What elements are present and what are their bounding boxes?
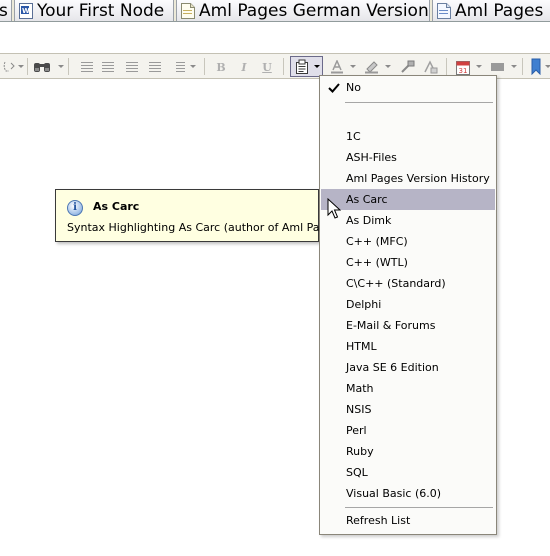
menu-item-label: Aml Pages Version History bbox=[346, 172, 490, 185]
tooltip: i As Carc Syntax Highlighting As Carc (a… bbox=[55, 189, 343, 242]
menu-item-as-carc[interactable]: As Carc bbox=[321, 189, 495, 210]
menu-item-label: C++ (MFC) bbox=[346, 235, 408, 248]
bookmark-icon[interactable] bbox=[531, 58, 541, 75]
font-color-icon[interactable] bbox=[330, 60, 344, 74]
menu-item-label: Java SE 6 Edition bbox=[346, 361, 439, 374]
menu-item-label: Ruby bbox=[346, 445, 374, 458]
menu-item-math[interactable]: Math bbox=[321, 378, 495, 399]
word-doc-icon: W bbox=[19, 2, 33, 19]
menu-item-label: Perl bbox=[346, 424, 367, 437]
tab-aml-pages[interactable]: Aml Pages bbox=[432, 0, 550, 21]
menu-item-1c[interactable]: 1C bbox=[321, 126, 495, 147]
tooltip-body: Syntax Highlighting As Carc (author of A… bbox=[67, 221, 344, 234]
menu-item-sql[interactable]: SQL bbox=[321, 462, 495, 483]
toolbar-separator bbox=[68, 58, 69, 75]
bold-icon[interactable]: B bbox=[215, 60, 227, 74]
menu-item-c-mfc[interactable]: C++ (MFC) bbox=[321, 231, 495, 252]
menu-item-label: E-Mail & Forums bbox=[346, 319, 436, 332]
chevron-down-icon[interactable] bbox=[18, 65, 24, 68]
menu-item-label: C\C++ (Standard) bbox=[346, 277, 446, 290]
chevron-down-icon[interactable] bbox=[350, 65, 356, 68]
syntax-highlight-menu: No 1C ASH-Files Aml Pages Version History A… bbox=[319, 75, 497, 535]
menu-item-label: Visual Basic (6.0) bbox=[346, 487, 442, 500]
menu-item-label: As Carc bbox=[346, 193, 388, 206]
clear-format-icon[interactable] bbox=[423, 60, 439, 74]
chevron-down-icon[interactable] bbox=[511, 65, 517, 68]
menu-item-c-c-standard[interactable]: C\C++ (Standard) bbox=[321, 273, 495, 294]
rectangle-icon[interactable] bbox=[490, 60, 504, 74]
toolbar-separator bbox=[522, 58, 523, 75]
toolbar-separator bbox=[204, 58, 205, 75]
svg-text:31: 31 bbox=[459, 67, 468, 75]
menu-item-label: HTML bbox=[346, 340, 377, 353]
menu-item-label: As Dimk bbox=[346, 214, 392, 227]
syntax-highlight-button[interactable] bbox=[290, 56, 323, 77]
syntax-highlight-icon bbox=[295, 59, 311, 75]
tab-label: Aml Pages bbox=[455, 0, 544, 21]
menu-item-c-wtl[interactable]: C++ (WTL) bbox=[321, 252, 495, 273]
tab-your-first-node[interactable]: W Your First Node bbox=[14, 0, 174, 21]
menu-item-label: Delphi bbox=[346, 298, 382, 311]
menu-item-aml-pages-version-history[interactable]: Aml Pages Version History bbox=[321, 168, 495, 189]
toolbar-separator bbox=[283, 58, 284, 75]
mouse-cursor-icon bbox=[327, 198, 341, 219]
menu-item-delphi[interactable]: Delphi bbox=[321, 294, 495, 315]
menu-item-visual-basic-6-0[interactable]: Visual Basic (6.0) bbox=[321, 483, 495, 504]
tooltip-title: As Carc bbox=[93, 200, 140, 213]
menu-item-nsis[interactable]: NSIS bbox=[321, 399, 495, 420]
format-painter-icon[interactable] bbox=[400, 60, 416, 74]
line-spacing-icon[interactable] bbox=[172, 60, 185, 74]
document-tab-strip: s W Your First Node Aml Pages German Ver… bbox=[0, 0, 550, 22]
page-icon bbox=[181, 2, 195, 19]
menu-item-ash-files[interactable]: ASH-Files bbox=[321, 147, 495, 168]
tab-partial[interactable]: s bbox=[0, 0, 12, 21]
menu-separator bbox=[345, 102, 493, 103]
menu-item-label: Refresh List bbox=[346, 514, 411, 527]
page-icon bbox=[437, 2, 451, 19]
svg-text:W: W bbox=[22, 7, 30, 15]
chevron-down-icon[interactable] bbox=[385, 65, 391, 68]
menu-item-label: NSIS bbox=[346, 403, 372, 416]
chevron-down-icon[interactable] bbox=[58, 65, 64, 68]
undo-redo-icon[interactable] bbox=[2, 60, 16, 74]
chevron-down-icon[interactable] bbox=[190, 65, 196, 68]
menu-item-java-se-6-edition[interactable]: Java SE 6 Edition bbox=[321, 357, 495, 378]
align-center-icon[interactable] bbox=[101, 60, 114, 74]
menu-item-label: ASH-Files bbox=[346, 151, 397, 164]
underline-icon[interactable]: U bbox=[261, 60, 273, 74]
menu-item-e-mail-forums[interactable]: E-Mail & Forums bbox=[321, 315, 495, 336]
tab-label: Your First Node bbox=[37, 0, 165, 21]
find-icon[interactable] bbox=[33, 60, 51, 74]
chevron-down-icon[interactable] bbox=[476, 65, 482, 68]
toolbar-separator bbox=[446, 58, 447, 75]
align-left-icon[interactable] bbox=[80, 60, 93, 74]
chevron-down-icon[interactable] bbox=[545, 65, 550, 68]
menu-item-label: SQL bbox=[346, 466, 368, 479]
tab-label: Aml Pages German Version bbox=[199, 0, 429, 21]
menu-item-label: Math bbox=[346, 382, 374, 395]
highlight-color-icon[interactable] bbox=[364, 60, 380, 74]
menu-item-label: 1C bbox=[346, 130, 361, 143]
info-icon: i bbox=[67, 200, 83, 216]
tab-label: s bbox=[0, 1, 8, 21]
toolbar-separator bbox=[27, 58, 28, 75]
chevron-down-icon bbox=[314, 65, 320, 68]
check-icon bbox=[328, 83, 340, 93]
menu-item-html[interactable]: HTML bbox=[321, 336, 495, 357]
menu-item-no[interactable]: No bbox=[321, 77, 495, 99]
menu-item-ruby[interactable]: Ruby bbox=[321, 441, 495, 462]
tab-aml-pages-german-version[interactable]: Aml Pages German Version bbox=[176, 0, 430, 21]
menu-item-perl[interactable]: Perl bbox=[321, 420, 495, 441]
italic-icon[interactable]: I bbox=[238, 60, 250, 74]
calendar-icon[interactable]: 31 bbox=[456, 59, 470, 75]
justify-icon[interactable] bbox=[148, 60, 161, 74]
menu-item-refresh-list[interactable]: Refresh List bbox=[321, 510, 495, 531]
menu-separator bbox=[345, 507, 493, 508]
align-right-icon[interactable] bbox=[125, 60, 138, 74]
menu-item-label: No bbox=[346, 81, 361, 94]
menu-item-as-dimk[interactable]: As Dimk bbox=[321, 210, 495, 231]
menu-item-label: C++ (WTL) bbox=[346, 256, 408, 269]
